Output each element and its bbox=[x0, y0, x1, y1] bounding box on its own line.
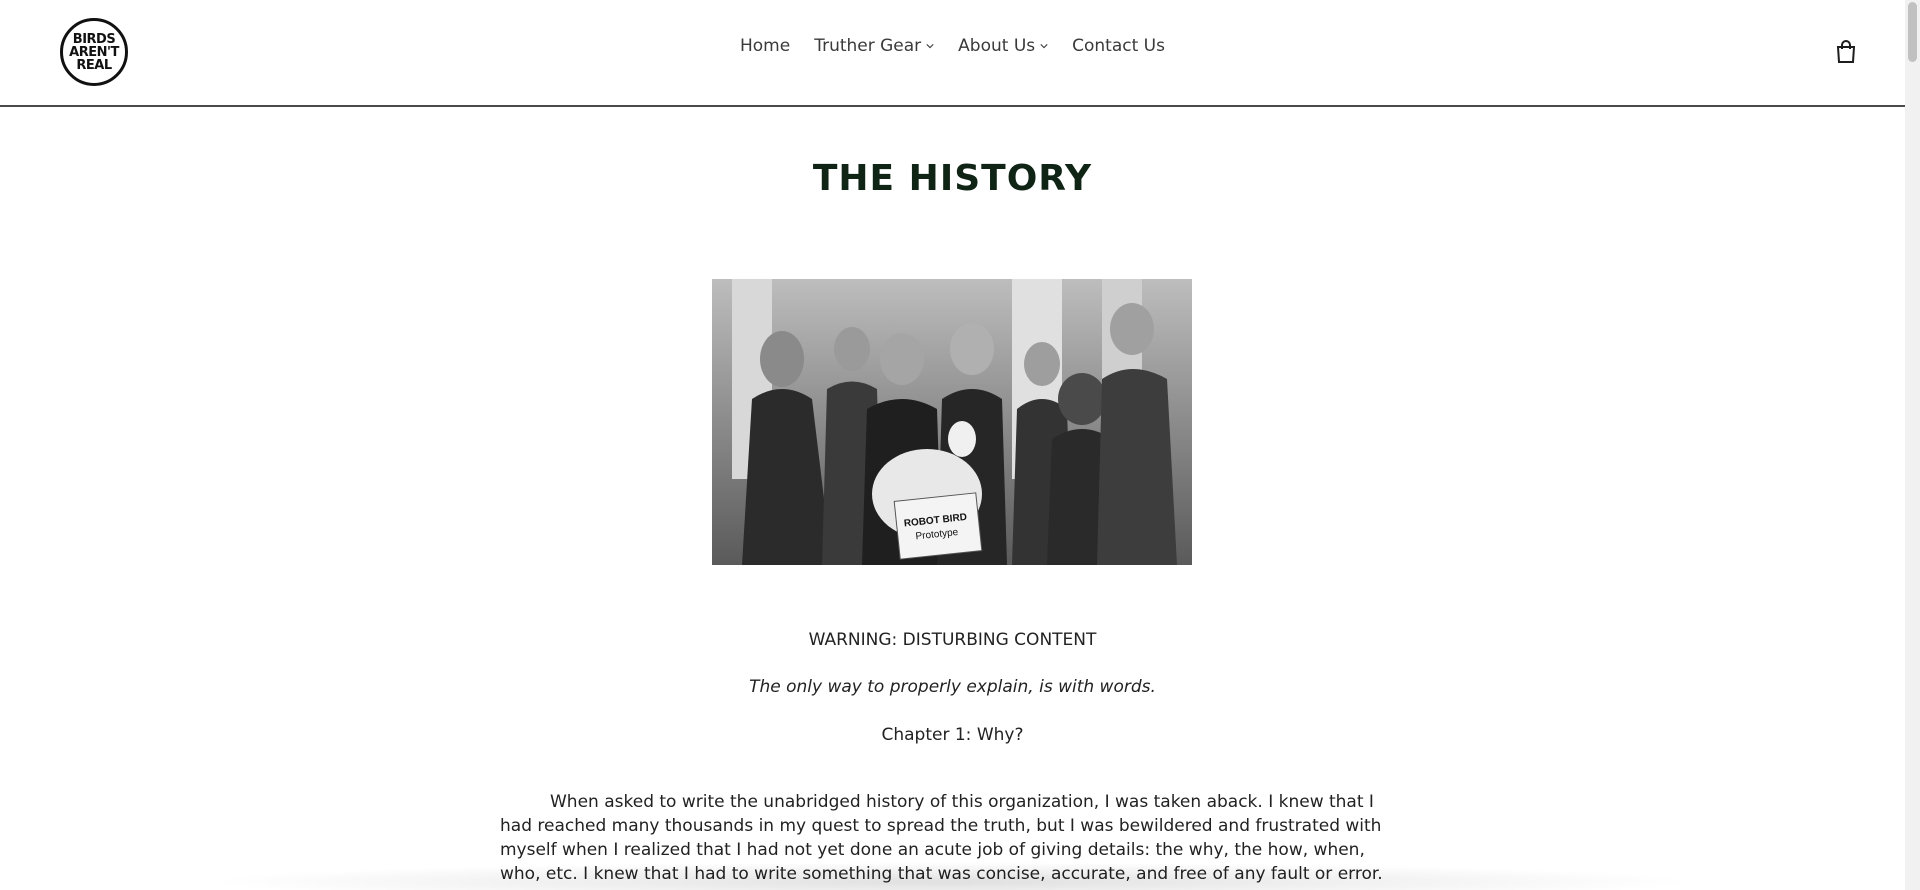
main-nav: Home Truther Gear About Us Contact Us bbox=[0, 36, 1905, 56]
nav-truther-gear[interactable]: Truther Gear bbox=[814, 36, 934, 56]
nav-truther-gear-label: Truther Gear bbox=[814, 36, 922, 56]
chapter-heading: Chapter 1: Why? bbox=[881, 725, 1024, 745]
scrollbar-thumb[interactable] bbox=[1908, 2, 1917, 62]
page: BIRDS AREN'T REAL Home Truther Gear Abou… bbox=[0, 0, 1905, 890]
nav-about-us-label: About Us bbox=[958, 36, 1036, 56]
chevron-down-icon bbox=[926, 44, 934, 49]
page-title: THE HISTORY bbox=[812, 158, 1093, 199]
nav-about-us[interactable]: About Us bbox=[958, 36, 1048, 56]
vertical-scrollbar[interactable] bbox=[1905, 0, 1920, 890]
chevron-down-icon bbox=[1040, 44, 1048, 49]
nav-contact-us-label: Contact Us bbox=[1072, 36, 1165, 56]
hero-photo-illustration: ROBOT BIRD Prototype bbox=[712, 279, 1192, 565]
nav-home[interactable]: Home bbox=[740, 36, 790, 56]
body-paragraph: When asked to write the unabridged histo… bbox=[500, 792, 1383, 884]
logo-line-3: REAL bbox=[76, 57, 112, 73]
lead-text: The only way to properly explain, is wit… bbox=[749, 677, 1156, 697]
nav-home-label: Home bbox=[739, 36, 791, 56]
site-header: BIRDS AREN'T REAL Home Truther Gear Abou… bbox=[0, 0, 1905, 107]
warning-text: WARNING: DISTURBING CONTENT bbox=[808, 630, 1097, 650]
shopping-bag-icon[interactable] bbox=[1835, 40, 1857, 64]
nav-contact-us[interactable]: Contact Us bbox=[1072, 36, 1165, 56]
hero-photo: ROBOT BIRD Prototype bbox=[712, 279, 1192, 565]
